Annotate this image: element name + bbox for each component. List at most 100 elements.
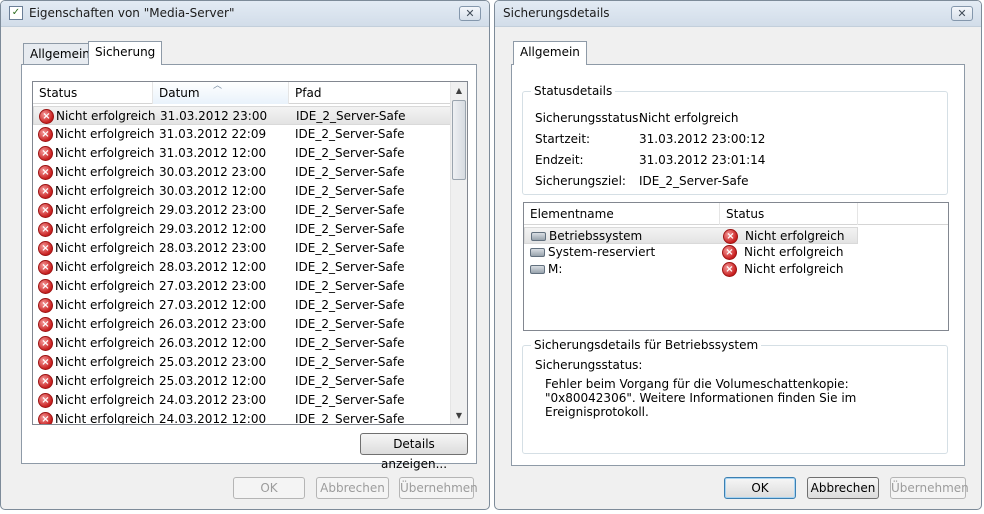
path-cell: IDE_2_Server-Safe bbox=[295, 203, 405, 217]
label-start-time: Startzeit: bbox=[535, 132, 591, 146]
detail-status-label: Sicherungsstatus: bbox=[535, 358, 643, 372]
table-row[interactable]: × Nicht erfolgreich 28.03.2012 23:00 IDE_2_… bbox=[33, 239, 453, 258]
table-row[interactable]: × Nicht erfolgreich 27.03.2012 12:00 IDE_2_… bbox=[33, 296, 453, 315]
value-target: IDE_2_Server-Safe bbox=[639, 174, 749, 188]
table-row[interactable]: × Nicht erfolgreich 29.03.2012 23:00 IDE_2_… bbox=[33, 201, 453, 220]
status-cell: Nicht erfolgreich bbox=[55, 203, 155, 217]
element-name: M: bbox=[548, 262, 563, 276]
table-row[interactable]: × Nicht erfolgreich 31.03.2012 22:09 IDE_2_… bbox=[33, 125, 453, 144]
table-row[interactable]: × Nicht erfolgreich 25.03.2012 12:00 IDE_2_… bbox=[33, 372, 453, 391]
vertical-scrollbar[interactable]: ▲ ▼ bbox=[450, 82, 467, 424]
element-row[interactable]: Betriebssystem × Nicht erfolgreich bbox=[524, 227, 858, 244]
path-cell: IDE_2_Server-Safe bbox=[295, 393, 405, 407]
error-x-icon: × bbox=[38, 222, 53, 237]
properties-window: ✓ Eigenschaften von "Media-Server" ✕ All… bbox=[0, 0, 490, 510]
error-x-icon: × bbox=[722, 262, 737, 277]
scroll-down-icon[interactable]: ▼ bbox=[451, 407, 467, 424]
scroll-up-icon[interactable]: ▲ bbox=[451, 82, 467, 99]
cancel-button[interactable]: Abbrechen bbox=[316, 477, 389, 499]
error-x-icon: × bbox=[723, 229, 738, 244]
ok-button[interactable]: OK bbox=[724, 477, 796, 499]
window-title: Eigenschaften von "Media-Server" bbox=[29, 6, 235, 20]
status-cell: Nicht erfolgreich bbox=[55, 127, 155, 141]
close-icon[interactable]: ✕ bbox=[459, 6, 481, 21]
table-row[interactable]: × Nicht erfolgreich 26.03.2012 23:00 IDE_2_… bbox=[33, 315, 453, 334]
date-cell: 30.03.2012 12:00 bbox=[159, 184, 267, 198]
date-cell: 27.03.2012 23:00 bbox=[159, 279, 267, 293]
error-x-icon: × bbox=[39, 109, 54, 124]
path-cell: IDE_2_Server-Safe bbox=[295, 374, 405, 388]
date-cell: 25.03.2012 12:00 bbox=[159, 374, 267, 388]
label-end-time: Endzeit: bbox=[535, 153, 584, 167]
error-x-icon: × bbox=[38, 355, 53, 370]
path-cell: IDE_2_Server-Safe bbox=[295, 317, 405, 331]
title-bar: Sicherungsdetails ✕ bbox=[495, 1, 981, 27]
apply-button[interactable]: Übernehmen bbox=[399, 477, 478, 499]
path-cell: IDE_2_Server-Safe bbox=[295, 355, 405, 369]
column-header-path[interactable]: Pfad bbox=[289, 82, 453, 104]
error-x-icon: × bbox=[38, 241, 53, 256]
path-cell: IDE_2_Server-Safe bbox=[295, 298, 405, 312]
table-row[interactable]: × Nicht erfolgreich 27.03.2012 23:00 IDE_2_… bbox=[33, 277, 453, 296]
date-cell: 31.03.2012 22:09 bbox=[159, 127, 267, 141]
elements-list[interactable]: Elementname Status Betriebssystem × Nicht … bbox=[523, 202, 949, 331]
backup-details-window: Sicherungsdetails ✕ Allgemein Statusdeta… bbox=[494, 0, 982, 510]
element-status: Nicht erfolgreich bbox=[745, 229, 845, 243]
group-title: Sicherungsdetails für Betriebssystem bbox=[531, 338, 762, 352]
date-cell: 24.03.2012 12:00 bbox=[159, 412, 267, 425]
details-button[interactable]: Details anzeigen... bbox=[360, 433, 468, 471]
path-cell: IDE_2_Server-Safe bbox=[295, 241, 405, 255]
date-cell: 31.03.2012 23:00 bbox=[160, 109, 268, 123]
date-cell: 26.03.2012 12:00 bbox=[159, 336, 267, 350]
column-header-elementname[interactable]: Elementname bbox=[524, 203, 720, 225]
status-cell: Nicht erfolgreich bbox=[56, 109, 156, 123]
group-title: Statusdetails bbox=[531, 84, 616, 98]
table-row[interactable]: × Nicht erfolgreich 26.03.2012 12:00 IDE_2_… bbox=[33, 334, 453, 353]
date-cell: 28.03.2012 12:00 bbox=[159, 260, 267, 274]
element-status: Nicht erfolgreich bbox=[744, 245, 844, 259]
backup-list[interactable]: Status ︿ Datum Pfad × Nicht erfolgreich 31… bbox=[32, 81, 468, 425]
tab-allgemein[interactable]: Allgemein bbox=[23, 43, 97, 65]
table-row[interactable]: × Nicht erfolgreich 28.03.2012 12:00 IDE_2_… bbox=[33, 258, 453, 277]
table-row[interactable]: × Nicht erfolgreich 31.03.2012 12:00 IDE_2_… bbox=[33, 144, 453, 163]
detail-group: Sicherungsdetails für Betriebssystem Sic… bbox=[522, 338, 948, 454]
tab-allgemein[interactable]: Allgemein bbox=[513, 41, 587, 65]
status-cell: Nicht erfolgreich bbox=[55, 222, 155, 236]
table-row[interactable]: × Nicht erfolgreich 30.03.2012 12:00 IDE_2_… bbox=[33, 182, 453, 201]
table-row[interactable]: × Nicht erfolgreich 29.03.2012 12:00 IDE_2_… bbox=[33, 220, 453, 239]
tab-sicherung[interactable]: Sicherung bbox=[88, 41, 163, 65]
status-cell: Nicht erfolgreich bbox=[55, 317, 155, 331]
status-cell: Nicht erfolgreich bbox=[55, 355, 155, 369]
date-cell: 29.03.2012 12:00 bbox=[159, 222, 267, 236]
table-row[interactable]: × Nicht erfolgreich 25.03.2012 23:00 IDE_2_… bbox=[33, 353, 453, 372]
column-header-date[interactable]: ︿ Datum bbox=[153, 82, 289, 104]
apply-button[interactable]: Übernehmen bbox=[890, 477, 969, 499]
date-cell: 31.03.2012 12:00 bbox=[159, 146, 267, 160]
table-row[interactable]: × Nicht erfolgreich 24.03.2012 23:00 IDE_2_… bbox=[33, 391, 453, 410]
element-row[interactable]: System-reserviert × Nicht erfolgreich bbox=[524, 244, 858, 261]
statusdetails-group: Statusdetails Sicherungsstatus: Nicht er… bbox=[522, 84, 948, 195]
status-cell: Nicht erfolgreich bbox=[55, 412, 155, 425]
error-x-icon: × bbox=[38, 279, 53, 294]
table-row[interactable]: × Nicht erfolgreich 30.03.2012 23:00 IDE_2_… bbox=[33, 163, 453, 182]
close-icon[interactable]: ✕ bbox=[951, 6, 973, 21]
cancel-button[interactable]: Abbrechen bbox=[807, 477, 879, 499]
ok-button[interactable]: OK bbox=[233, 477, 305, 499]
list-header: Elementname Status bbox=[524, 203, 948, 225]
scrollbar-thumb[interactable] bbox=[452, 100, 466, 180]
column-header-status[interactable]: Status bbox=[720, 203, 858, 225]
element-status: Nicht erfolgreich bbox=[744, 262, 844, 276]
error-x-icon: × bbox=[38, 374, 53, 389]
error-x-icon: × bbox=[38, 298, 53, 313]
path-cell: IDE_2_Server-Safe bbox=[295, 336, 405, 350]
table-row[interactable]: × Nicht erfolgreich 24.03.2012 12:00 IDE_2_… bbox=[33, 410, 453, 425]
date-cell: 26.03.2012 23:00 bbox=[159, 317, 267, 331]
column-header-status[interactable]: Status bbox=[33, 82, 153, 104]
error-x-icon: × bbox=[38, 336, 53, 351]
path-cell: IDE_2_Server-Safe bbox=[295, 222, 405, 236]
table-row[interactable]: × Nicht erfolgreich 31.03.2012 23:00 IDE_2_… bbox=[33, 106, 453, 125]
element-row[interactable]: M: × Nicht erfolgreich bbox=[524, 261, 858, 278]
path-cell: IDE_2_Server-Safe bbox=[295, 146, 405, 160]
date-cell: 25.03.2012 23:00 bbox=[159, 355, 267, 369]
error-x-icon: × bbox=[38, 184, 53, 199]
